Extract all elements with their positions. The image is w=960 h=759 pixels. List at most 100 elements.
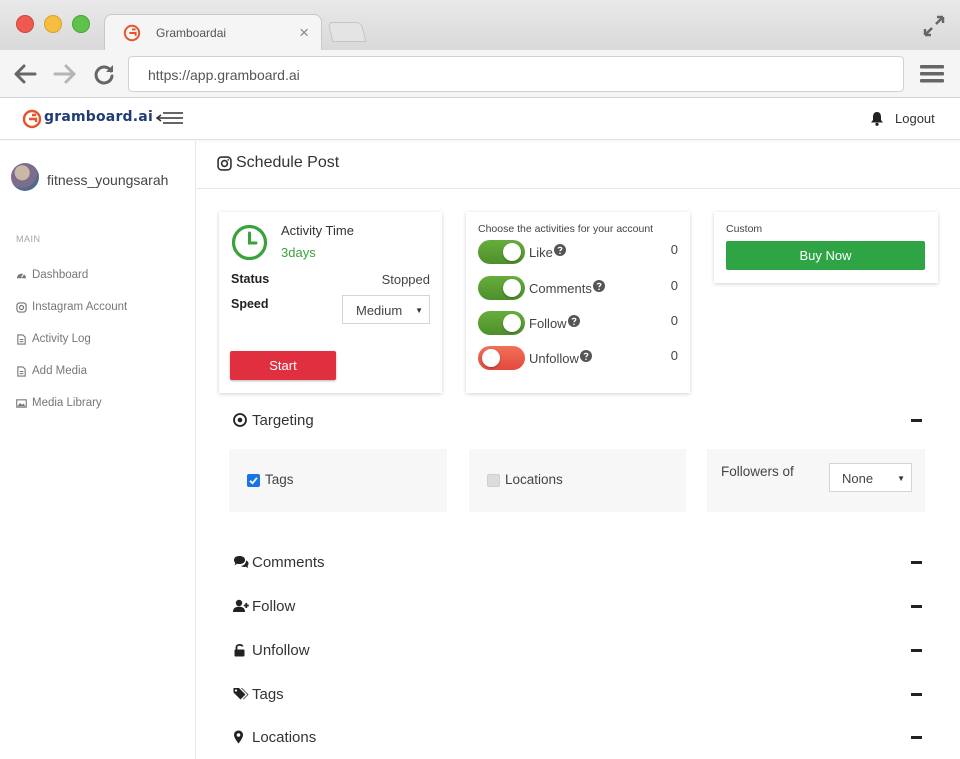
- follow-section-title: Follow: [252, 597, 296, 615]
- speed-select[interactable]: Medium ▼: [342, 295, 430, 324]
- minus-icon[interactable]: [911, 605, 922, 608]
- followers-of-select[interactable]: None ▼: [829, 463, 912, 492]
- minimize-window-button[interactable]: [44, 15, 62, 33]
- unfollow-label: Unfollow: [529, 351, 579, 366]
- username[interactable]: fitness_youngsarah: [47, 172, 168, 188]
- follow-toggle[interactable]: [478, 311, 525, 335]
- unfollow-toggle-row: Unfollow 0: [478, 346, 678, 372]
- clock-icon: [231, 224, 268, 261]
- file-icon: [17, 365, 26, 377]
- locations-section-header[interactable]: Locations: [233, 727, 923, 747]
- browser-tab-bar: Gramboardai ×: [0, 0, 960, 50]
- minus-icon[interactable]: [911, 736, 922, 739]
- follow-section-header[interactable]: Follow: [233, 596, 923, 616]
- status-value: Stopped: [381, 272, 430, 287]
- maximize-window-button[interactable]: [72, 15, 90, 33]
- comments-section-header[interactable]: Comments: [233, 552, 923, 572]
- toggle-knob: [503, 243, 521, 261]
- reload-icon[interactable]: [91, 62, 117, 86]
- targeting-section-header[interactable]: Targeting: [233, 410, 923, 430]
- custom-plan-card: Custom Buy Now: [714, 212, 938, 283]
- targeting-title: Targeting: [252, 411, 314, 429]
- comments-section-title: Comments: [252, 553, 325, 571]
- status-label: Status: [231, 272, 270, 286]
- like-toggle[interactable]: [478, 240, 525, 264]
- logout-link[interactable]: Logout: [895, 111, 935, 126]
- minus-icon[interactable]: [911, 649, 922, 652]
- unfollow-toggle[interactable]: [478, 346, 525, 370]
- sidebar-toggle-icon[interactable]: [156, 110, 184, 126]
- comments-icon: [234, 556, 249, 568]
- page-title: Schedule Post: [217, 154, 339, 172]
- question-circle-icon[interactable]: [553, 244, 566, 256]
- activity-days-value: 3days: [281, 245, 316, 260]
- browser-nav-bar: https://app.gramboard.ai: [0, 50, 960, 98]
- sidebar-item-dashboard[interactable]: Dashboard: [16, 267, 88, 283]
- caret-down-icon: ▼: [897, 474, 905, 483]
- sidebar-item-instagram-account[interactable]: Instagram Account: [16, 299, 127, 315]
- minus-icon[interactable]: [911, 561, 922, 564]
- follow-label: Follow: [529, 316, 567, 331]
- unfollow-section-title: Unfollow: [252, 641, 310, 659]
- app-header: gramboard.ai Logout: [0, 98, 960, 140]
- page-title-text: Schedule Post: [236, 154, 340, 171]
- toggle-knob: [503, 314, 521, 332]
- toggle-label: Unfollow: [529, 350, 592, 366]
- activities-card: Choose the activities for your account L…: [466, 212, 690, 393]
- question-circle-icon[interactable]: [592, 280, 605, 292]
- followers-of-box: Followers of None ▼: [707, 449, 925, 512]
- map-marker-icon: [234, 730, 243, 744]
- bullseye-icon: [233, 413, 247, 427]
- tags-checkbox[interactable]: [247, 474, 260, 487]
- toggle-label: Comments: [529, 280, 605, 296]
- file-icon: [17, 333, 26, 345]
- caret-down-icon: ▼: [415, 306, 423, 315]
- comments-toggle[interactable]: [478, 276, 525, 300]
- bell-icon[interactable]: [870, 111, 884, 126]
- sidebar-item-media-library[interactable]: Media Library: [16, 395, 102, 411]
- like-count: 0: [670, 242, 678, 257]
- toggle-label: Follow: [529, 315, 580, 331]
- browser-tab[interactable]: Gramboardai ×: [104, 14, 322, 50]
- start-button[interactable]: Start: [230, 351, 336, 380]
- sidebar-item-label: Media Library: [32, 397, 102, 409]
- new-tab-button[interactable]: [327, 22, 367, 42]
- unlock-icon: [234, 644, 245, 657]
- tags-icon: [233, 688, 249, 700]
- unfollow-count: 0: [670, 348, 678, 363]
- minus-icon[interactable]: [911, 419, 922, 422]
- sidebar-item-activity-log[interactable]: Activity Log: [16, 331, 91, 347]
- question-circle-icon[interactable]: [567, 315, 580, 327]
- back-arrow-icon[interactable]: [12, 62, 38, 86]
- dashboard-icon: [16, 272, 27, 278]
- tags-section-title: Tags: [252, 685, 284, 703]
- minus-icon[interactable]: [911, 693, 922, 696]
- sidebar-section-label: MAIN: [16, 234, 41, 244]
- tags-checkbox-label[interactable]: Tags: [265, 472, 294, 487]
- follow-toggle-row: Follow 0: [478, 311, 678, 337]
- avatar[interactable]: [11, 163, 39, 191]
- fullscreen-icon[interactable]: [922, 14, 946, 38]
- locations-checkbox[interactable]: [487, 474, 500, 487]
- like-label: Like: [529, 245, 553, 260]
- question-circle-icon[interactable]: [579, 350, 592, 362]
- locations-checkbox-label[interactable]: Locations: [505, 472, 563, 487]
- tab-title: Gramboardai: [156, 26, 227, 40]
- gramboard-logo-icon: [22, 109, 42, 129]
- forward-arrow-icon[interactable]: [52, 62, 78, 86]
- activities-card-title: Choose the activities for your account: [478, 223, 654, 235]
- sidebar-item-label: Activity Log: [32, 333, 91, 345]
- close-window-button[interactable]: [16, 15, 34, 33]
- unfollow-section-header[interactable]: Unfollow: [233, 640, 923, 660]
- user-plus-icon: [233, 599, 249, 612]
- sidebar-item-label: Instagram Account: [32, 301, 128, 313]
- address-bar[interactable]: https://app.gramboard.ai: [128, 56, 904, 92]
- browser-menu-icon[interactable]: [920, 64, 944, 84]
- like-toggle-row: Like 0: [478, 240, 678, 266]
- instagram-icon: [217, 155, 232, 171]
- tab-close-icon[interactable]: ×: [299, 23, 309, 43]
- buy-now-button[interactable]: Buy Now: [726, 241, 925, 270]
- tags-section-header[interactable]: Tags: [233, 684, 923, 704]
- check-icon: [249, 477, 258, 485]
- sidebar-item-add-media[interactable]: Add Media: [16, 363, 87, 379]
